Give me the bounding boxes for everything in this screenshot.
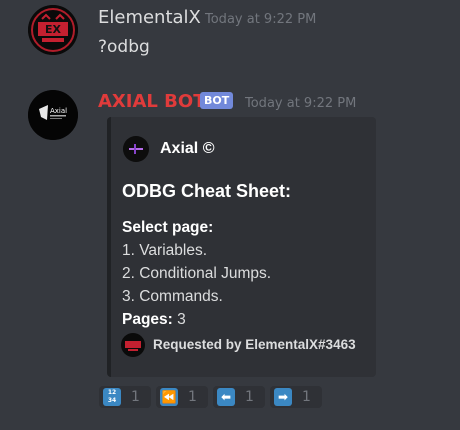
embed-author-name[interactable]: Axial ©: [160, 140, 214, 158]
embed-description: Select page: 1. Variables. 2. Conditiona…: [122, 216, 271, 331]
svg-text:Axial: Axial: [50, 107, 67, 115]
reaction-left[interactable]: ⬅ 1: [213, 386, 265, 408]
reaction-count: 1: [302, 389, 311, 405]
timestamp: Today at 9:22 PM: [245, 96, 357, 111]
page-line-3: 3. Commands.: [122, 288, 223, 305]
axial-author-icon: [123, 136, 149, 162]
pages-label: Pages:: [122, 311, 173, 328]
reaction-count: 1: [188, 389, 197, 405]
embed-title: ODBG Cheat Sheet:: [122, 181, 292, 201]
page-line-2: 2. Conditional Jumps.: [122, 265, 272, 282]
username[interactable]: ElementalX: [98, 7, 201, 29]
svg-text:EX: EX: [45, 23, 62, 36]
embed: Axial © ODBG Cheat Sheet: Select page: 1…: [107, 117, 376, 377]
user-avatar-elementalx[interactable]: EX: [28, 5, 78, 55]
username[interactable]: AXIAL BOT: [98, 91, 205, 113]
reaction-right[interactable]: ➡ 1: [270, 386, 322, 408]
reaction-numbers[interactable]: 12 34 1: [99, 386, 151, 408]
message-text: ?odbg: [98, 37, 150, 57]
select-page-label: Select page:: [122, 219, 214, 236]
embed-footer-text: Requested by ElementalX#3463: [153, 337, 356, 352]
reaction-count: 1: [245, 389, 254, 405]
reaction-rewind[interactable]: ⏪ 1: [156, 386, 208, 408]
pages-value: 3: [177, 311, 186, 328]
bot-avatar-axial[interactable]: Axial: [28, 90, 78, 140]
page-line-1: 1. Variables.: [122, 242, 208, 259]
timestamp: Today at 9:22 PM: [205, 12, 317, 27]
numbers-icon: 12 34: [103, 388, 121, 406]
left-arrow-icon: ⬅: [217, 388, 235, 406]
bot-tag: BOT: [200, 92, 234, 109]
right-arrow-icon: ➡: [274, 388, 292, 406]
reaction-count: 1: [131, 389, 140, 405]
footer-user-icon: [121, 333, 145, 357]
rewind-icon: ⏪: [160, 388, 178, 406]
